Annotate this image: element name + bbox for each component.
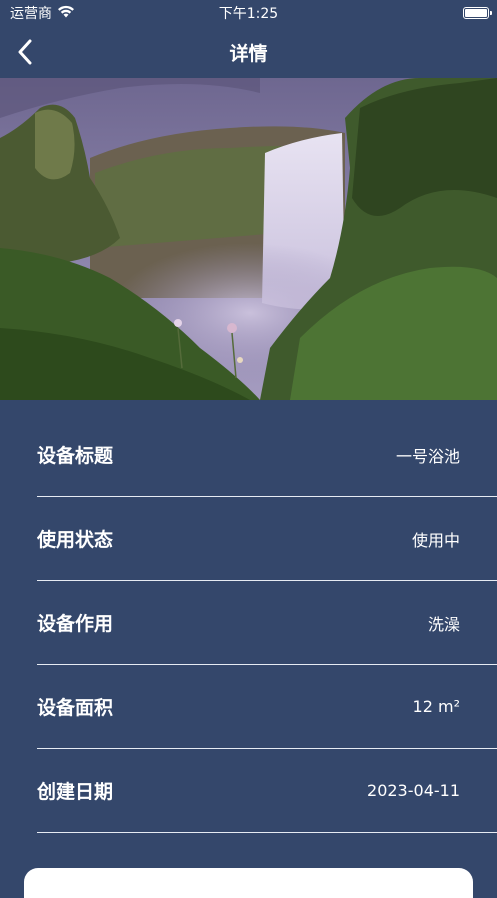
page-title: 详情: [229, 42, 268, 65]
waterfall-photo: [0, 78, 497, 400]
hero-image: [0, 78, 497, 400]
detail-value: 12 m²: [412, 697, 460, 716]
navigation-bar: 详情: [0, 26, 497, 78]
detail-row-title: 设备标题 一号浴池: [37, 413, 497, 497]
detail-row-created-date: 创建日期 2023-04-11: [37, 749, 497, 833]
detail-value: 使用中: [411, 530, 460, 550]
bottom-action-card[interactable]: [24, 868, 473, 898]
back-button[interactable]: [10, 34, 40, 70]
status-bar: 运营商 下午1:25: [0, 0, 497, 26]
battery-level: [465, 9, 487, 17]
details-list: 设备标题 一号浴池 使用状态 使用中 设备作用 洗澡 设备面积 12 m² 创建…: [37, 413, 497, 833]
detail-row-purpose: 设备作用 洗澡: [37, 581, 497, 665]
detail-value: 一号浴池: [395, 446, 460, 466]
detail-label: 使用状态: [37, 529, 114, 551]
chevron-left-icon: [18, 39, 32, 65]
detail-label: 创建日期: [37, 781, 114, 803]
detail-label: 设备作用: [37, 613, 114, 635]
detail-label: 设备标题: [37, 445, 114, 467]
detail-value: 洗澡: [427, 614, 460, 634]
status-time: 下午1:25: [218, 6, 279, 22]
detail-value: 2023-04-11: [367, 781, 460, 800]
detail-label: 设备面积: [37, 697, 114, 719]
detail-row-status: 使用状态 使用中: [37, 497, 497, 581]
detail-row-area: 设备面积 12 m²: [37, 665, 497, 749]
battery-icon: [463, 7, 492, 19]
